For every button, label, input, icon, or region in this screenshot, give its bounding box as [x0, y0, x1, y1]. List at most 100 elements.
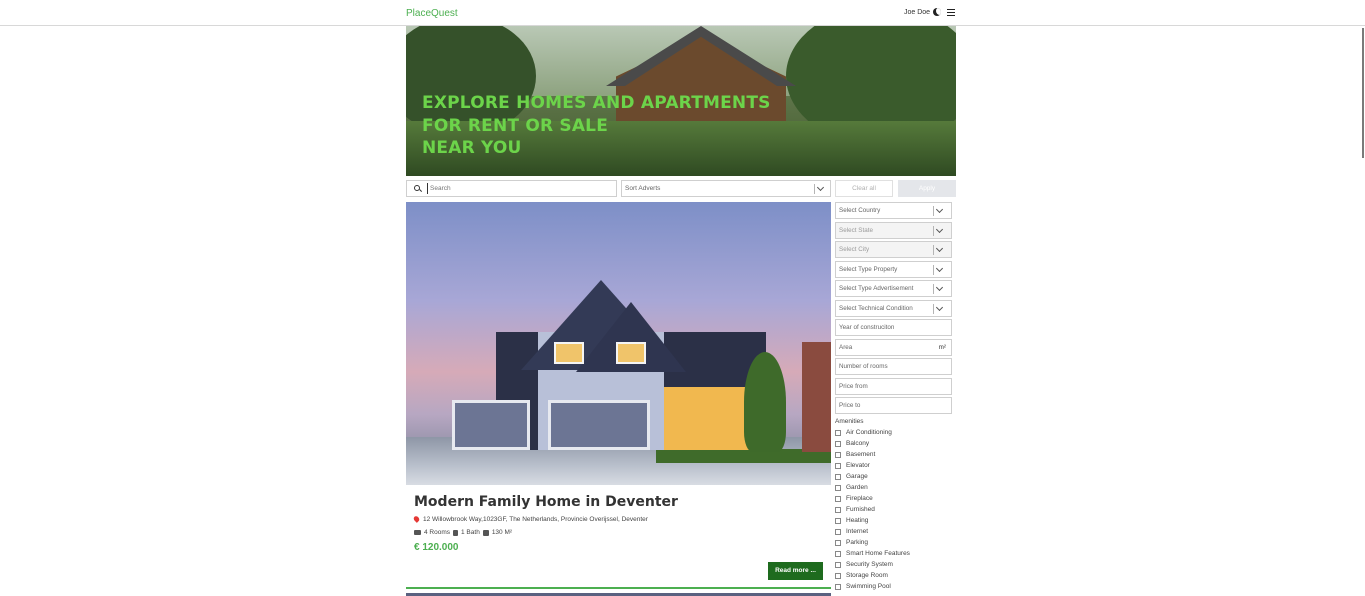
- amenity-label: Storage Room: [846, 572, 888, 579]
- amenity-checkbox[interactable]: Parking: [835, 539, 868, 546]
- rooms-placeholder: Number of rooms: [839, 363, 888, 370]
- hamburger-menu-icon[interactable]: [947, 9, 955, 16]
- apply-button[interactable]: Apply: [898, 180, 956, 197]
- hero-title-line: NEAR YOU: [422, 138, 522, 158]
- amenity-label: Air Conditioning: [846, 429, 892, 436]
- listing-specs: 4 Rooms 1 Bath 130 M²: [414, 529, 512, 536]
- amenity-label: Internet: [846, 528, 869, 535]
- price-from-input[interactable]: Price from: [835, 378, 952, 395]
- type-advertisement-select[interactable]: Select Type Advertisement: [835, 280, 952, 297]
- user-name[interactable]: Joe Doe: [904, 9, 930, 16]
- amenity-checkbox[interactable]: Smart Home Features: [835, 550, 910, 557]
- listing-address: 12 Willowbrook Way,1023GF, The Netherlan…: [412, 515, 648, 523]
- amenities-title: Amenities: [835, 418, 864, 425]
- amenity-checkbox[interactable]: Balcony: [835, 440, 869, 447]
- type-advertisement-label: Select Type Advertisement: [839, 285, 914, 292]
- amenity-label: Elevator: [846, 462, 870, 469]
- listing-rooms: 4 Rooms: [424, 529, 451, 536]
- clear-all-button[interactable]: Clear all: [835, 180, 893, 197]
- scrollbar-thumb[interactable]: [1362, 28, 1364, 158]
- listing-title[interactable]: Modern Family Home in Deventer: [414, 494, 678, 510]
- price-to-placeholder: Price to: [839, 402, 861, 409]
- checkbox[interactable]: [835, 462, 841, 469]
- amenity-label: Swimming Pool: [846, 583, 891, 590]
- chevron-down-icon: [933, 265, 945, 275]
- read-more-button[interactable]: Read more ...: [768, 562, 823, 580]
- amenity-label: Garage: [846, 473, 868, 480]
- checkbox[interactable]: [835, 561, 841, 568]
- checkbox[interactable]: [835, 517, 841, 524]
- state-select-label: Select State: [839, 227, 873, 234]
- checkbox[interactable]: [835, 550, 841, 557]
- search-input[interactable]: [427, 183, 612, 194]
- hero-title: EXPLORE HOMES AND APARTMENTS FOR RENT OR…: [422, 92, 771, 160]
- price-from-placeholder: Price from: [839, 383, 868, 390]
- amenity-label: Furnished: [846, 506, 875, 513]
- amenity-checkbox[interactable]: Garage: [835, 473, 868, 480]
- checkbox[interactable]: [835, 451, 841, 458]
- sort-adverts-select[interactable]: Sort Adverts: [621, 180, 831, 197]
- listing-area: 130 M²: [491, 529, 513, 536]
- chevron-down-icon: [933, 226, 945, 236]
- amenity-label: Parking: [846, 539, 869, 546]
- area-placeholder: Area: [839, 344, 853, 351]
- checkbox[interactable]: [835, 484, 841, 491]
- city-select[interactable]: Select City: [835, 241, 952, 258]
- checkbox[interactable]: [835, 495, 841, 502]
- amenity-checkbox[interactable]: Air Conditioning: [835, 429, 892, 436]
- number-of-rooms-input[interactable]: Number of rooms: [835, 358, 952, 375]
- hero-title-line: EXPLORE HOMES AND APARTMENTS: [422, 93, 771, 113]
- checkbox[interactable]: [835, 539, 841, 546]
- listing-card: Modern Family Home in Deventer 12 Willow…: [406, 202, 831, 589]
- amenity-checkbox[interactable]: Basement: [835, 451, 875, 458]
- chevron-down-icon: [814, 184, 826, 194]
- price-to-input[interactable]: Price to: [835, 397, 952, 414]
- checkbox[interactable]: [835, 506, 841, 513]
- checkbox[interactable]: [835, 429, 841, 436]
- country-select-label: Select Country: [839, 207, 881, 214]
- technical-condition-label: Select Technical Condition: [839, 305, 913, 312]
- checkbox[interactable]: [835, 473, 841, 480]
- hero-banner: EXPLORE HOMES AND APARTMENTS FOR RENT OR…: [406, 26, 956, 176]
- amenity-label: Basement: [846, 451, 876, 458]
- type-property-label: Select Type Property: [839, 266, 898, 273]
- amenity-label: Balcony: [846, 440, 870, 447]
- moon-icon[interactable]: [933, 8, 941, 16]
- amenity-checkbox[interactable]: Elevator: [835, 462, 870, 469]
- state-select[interactable]: Select State: [835, 222, 952, 239]
- listing-address-text: 12 Willowbrook Way,1023GF, The Netherlan…: [423, 516, 648, 523]
- amenity-checkbox[interactable]: Storage Room: [835, 572, 888, 579]
- amenity-label: Security System: [846, 561, 893, 568]
- bed-icon: [414, 530, 421, 535]
- amenity-checkbox[interactable]: Internet: [835, 528, 868, 535]
- year-of-construction-input[interactable]: Year of construciton: [835, 319, 952, 336]
- chevron-down-icon: [933, 245, 945, 255]
- type-property-select[interactable]: Select Type Property: [835, 261, 952, 278]
- search-bar: [406, 180, 617, 197]
- listing-photo[interactable]: [406, 202, 831, 485]
- amenity-checkbox[interactable]: Swimming Pool: [835, 583, 891, 590]
- chevron-down-icon: [933, 206, 945, 216]
- chevron-down-icon: [933, 304, 945, 314]
- amenity-checkbox[interactable]: Heating: [835, 517, 868, 524]
- amenity-label: Fireplace: [846, 495, 873, 502]
- amenity-checkbox[interactable]: Furnished: [835, 506, 875, 513]
- technical-condition-select[interactable]: Select Technical Condition: [835, 300, 952, 317]
- amenity-checkbox[interactable]: Security System: [835, 561, 893, 568]
- area-unit: m²: [938, 344, 946, 351]
- listing-baths: 1 Bath: [461, 529, 480, 536]
- amenity-checkbox[interactable]: Fireplace: [835, 495, 873, 502]
- amenity-label: Garden: [846, 484, 868, 491]
- checkbox[interactable]: [835, 572, 841, 579]
- checkbox[interactable]: [835, 583, 841, 590]
- area-input[interactable]: Area m²: [835, 339, 952, 356]
- checkbox[interactable]: [835, 440, 841, 447]
- amenity-label: Heating: [846, 517, 869, 524]
- location-pin-icon: [412, 515, 421, 523]
- country-select[interactable]: Select Country: [835, 202, 952, 219]
- amenity-checkbox[interactable]: Garden: [835, 484, 868, 491]
- chevron-down-icon: [933, 284, 945, 294]
- brand-logo[interactable]: PlaceQuest: [406, 8, 458, 19]
- sort-adverts-label: Sort Adverts: [625, 185, 661, 192]
- checkbox[interactable]: [835, 528, 841, 535]
